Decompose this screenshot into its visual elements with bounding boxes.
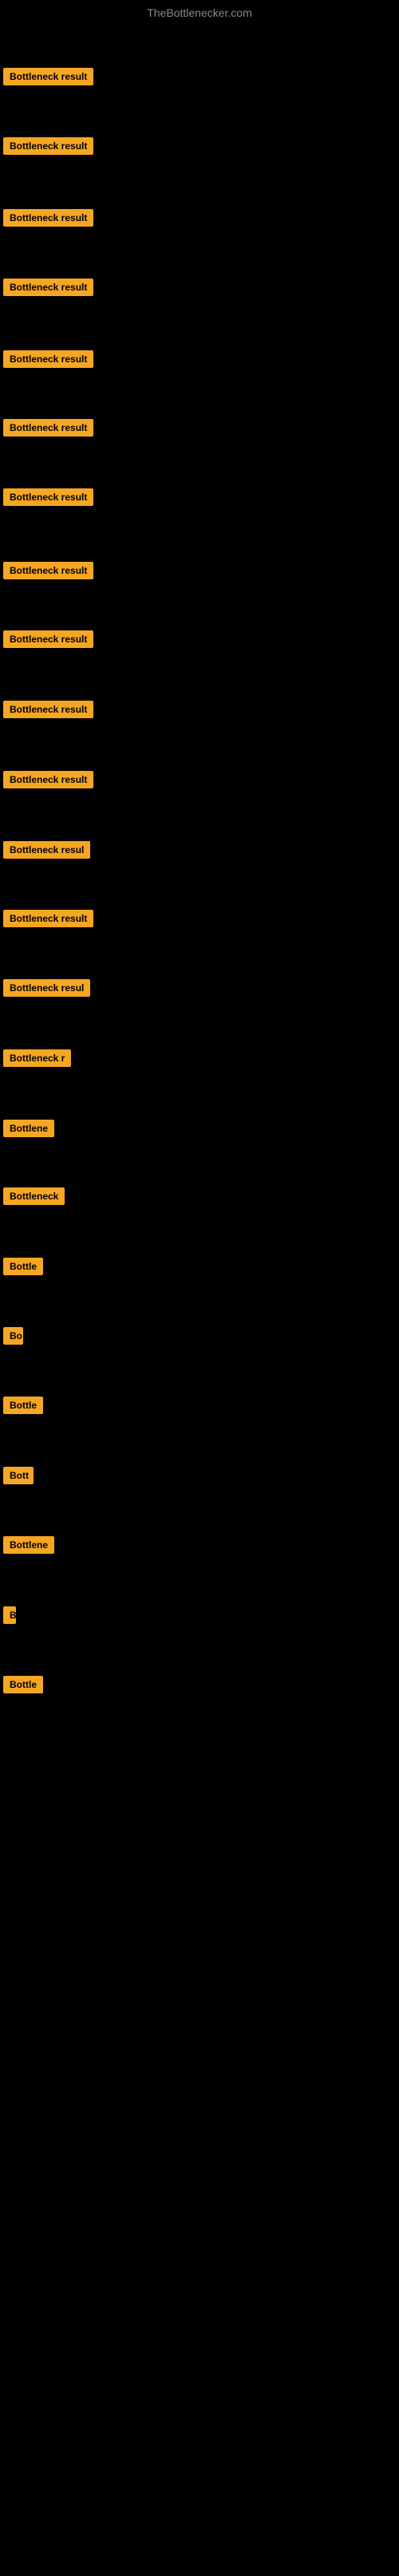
- badge-row-20: Bottle: [3, 1397, 43, 1418]
- bottleneck-badge-9[interactable]: Bottleneck result: [3, 630, 93, 648]
- badge-row-19: Bo: [3, 1327, 23, 1349]
- badge-row-23: B: [3, 1606, 16, 1628]
- bottleneck-badge-18[interactable]: Bottle: [3, 1258, 43, 1275]
- bottleneck-badge-3[interactable]: Bottleneck result: [3, 209, 93, 227]
- badge-row-1: Bottleneck result: [3, 68, 93, 89]
- site-title: TheBottlenecker.com: [0, 0, 399, 22]
- bottleneck-badge-2[interactable]: Bottleneck result: [3, 137, 93, 155]
- bottleneck-badge-20[interactable]: Bottle: [3, 1397, 43, 1414]
- badge-row-18: Bottle: [3, 1258, 43, 1279]
- badge-row-7: Bottleneck result: [3, 488, 93, 510]
- badge-row-8: Bottleneck result: [3, 562, 93, 583]
- badge-row-14: Bottleneck resul: [3, 979, 90, 1001]
- bottleneck-badge-4[interactable]: Bottleneck result: [3, 279, 93, 296]
- bottleneck-badge-17[interactable]: Bottleneck: [3, 1187, 65, 1205]
- badge-row-10: Bottleneck result: [3, 701, 93, 722]
- bottleneck-badge-15[interactable]: Bottleneck r: [3, 1049, 71, 1067]
- bottleneck-badge-5[interactable]: Bottleneck result: [3, 350, 93, 368]
- bottleneck-badge-22[interactable]: Bottlene: [3, 1536, 54, 1554]
- badge-row-24: Bottle: [3, 1676, 43, 1697]
- bottleneck-badge-12[interactable]: Bottleneck resul: [3, 841, 90, 859]
- badge-row-4: Bottleneck result: [3, 279, 93, 300]
- bottleneck-badge-10[interactable]: Bottleneck result: [3, 701, 93, 718]
- badge-row-12: Bottleneck resul: [3, 841, 90, 863]
- bottleneck-badge-21[interactable]: Bott: [3, 1467, 34, 1484]
- badge-row-2: Bottleneck result: [3, 137, 93, 159]
- bottleneck-badge-24[interactable]: Bottle: [3, 1676, 43, 1693]
- bottleneck-badge-8[interactable]: Bottleneck result: [3, 562, 93, 579]
- bottleneck-badge-16[interactable]: Bottlene: [3, 1120, 54, 1137]
- site-title-container: TheBottlenecker.com: [0, 0, 399, 22]
- bottleneck-badge-6[interactable]: Bottleneck result: [3, 419, 93, 437]
- badge-row-13: Bottleneck result: [3, 910, 93, 931]
- bottleneck-badge-11[interactable]: Bottleneck result: [3, 771, 93, 788]
- bottleneck-badge-13[interactable]: Bottleneck result: [3, 910, 93, 927]
- badge-row-9: Bottleneck result: [3, 630, 93, 652]
- badge-row-6: Bottleneck result: [3, 419, 93, 441]
- badge-row-15: Bottleneck r: [3, 1049, 71, 1071]
- badge-row-17: Bottleneck: [3, 1187, 65, 1209]
- bottleneck-badge-1[interactable]: Bottleneck result: [3, 68, 93, 85]
- badges-container: Bottleneck result Bottleneck result Bottle…: [0, 22, 399, 2576]
- badge-row-16: Bottlene: [3, 1120, 54, 1141]
- bottleneck-badge-14[interactable]: Bottleneck resul: [3, 979, 90, 997]
- bottleneck-badge-7[interactable]: Bottleneck result: [3, 488, 93, 506]
- badge-row-11: Bottleneck result: [3, 771, 93, 792]
- bottleneck-badge-19[interactable]: Bo: [3, 1327, 23, 1345]
- badge-row-5: Bottleneck result: [3, 350, 93, 372]
- badge-row-22: Bottlene: [3, 1536, 54, 1558]
- badge-row-21: Bott: [3, 1467, 34, 1488]
- badge-row-3: Bottleneck result: [3, 209, 93, 231]
- bottleneck-badge-23[interactable]: B: [3, 1606, 16, 1624]
